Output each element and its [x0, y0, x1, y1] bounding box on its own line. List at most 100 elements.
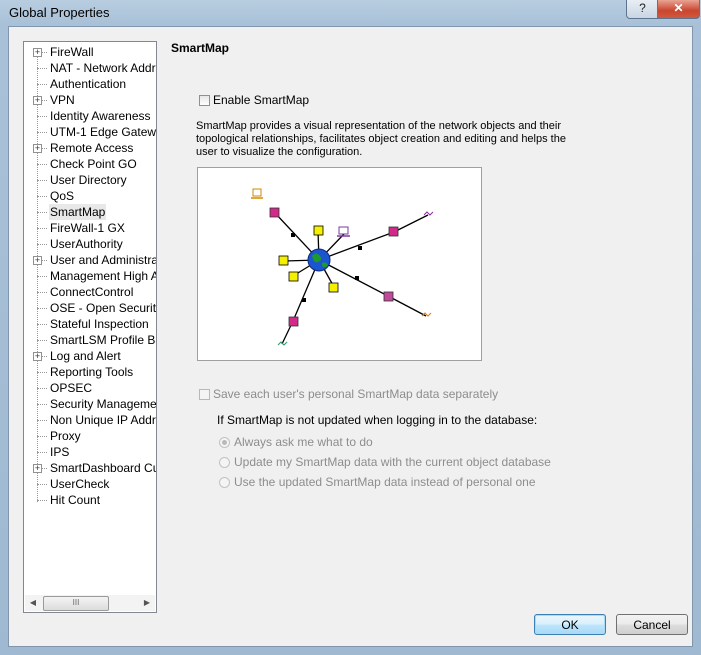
smartmap-description: SmartMap provides a visual representatio…	[196, 120, 566, 158]
expand-icon[interactable]: +	[33, 352, 42, 361]
update-question-label: If SmartMap is not updated when logging …	[217, 413, 538, 427]
tree-item[interactable]: IPS	[24, 444, 156, 460]
tree-connector	[37, 404, 47, 405]
save-personal-smartmap-checkbox[interactable]	[199, 389, 210, 400]
tree-item-label: Remote Access	[50, 141, 134, 155]
tree-item-label: NAT - Network Address	[50, 61, 156, 75]
save-personal-smartmap-label[interactable]: Save each user's personal SmartMap data …	[213, 387, 498, 401]
tree-item-label: UTM-1 Edge Gateway	[50, 125, 157, 139]
category-tree[interactable]: + FireWall NAT - Network Address Authentica…	[23, 41, 157, 613]
tree-item-label: User and Administrator	[50, 253, 156, 267]
tree-item-label: Hit Count	[50, 493, 101, 507]
option-always-ask-radio[interactable]	[219, 437, 230, 448]
tree-item[interactable]: Stateful Inspection	[24, 316, 156, 332]
tree-connector	[37, 84, 47, 85]
tree-item-label: SmartLSM Profile Base	[50, 333, 156, 347]
tree-item[interactable]: + Remote Access	[24, 140, 156, 156]
expand-icon[interactable]: +	[33, 464, 42, 473]
tree-item-label: OPSEC	[50, 381, 93, 395]
option-use-updated-radio[interactable]	[219, 477, 230, 488]
tree-item[interactable]: ConnectControl	[24, 284, 156, 300]
tree-item-label: Non Unique IP Address	[50, 413, 156, 427]
option-update-smartmap-radio[interactable]	[219, 457, 230, 468]
tree-connector	[37, 180, 47, 181]
tree-item-label: Stateful Inspection	[50, 317, 149, 331]
tree-item[interactable]: Authentication	[24, 76, 156, 92]
tree-connector	[37, 212, 47, 213]
option-update-smartmap-label[interactable]: Update my SmartMap data with the current…	[234, 455, 551, 469]
network-diagram-illustration	[251, 188, 434, 346]
tree-connector	[37, 340, 47, 341]
tree-connector	[37, 292, 47, 293]
cancel-button[interactable]: Cancel	[616, 614, 688, 635]
expand-icon[interactable]: +	[33, 48, 42, 57]
tree-item[interactable]: Check Point GO	[24, 156, 156, 172]
tree-item-label: SmartMap	[49, 204, 107, 220]
option-use-updated-label[interactable]: Use the updated SmartMap data instead of…	[234, 475, 536, 489]
tree-item[interactable]: Non Unique IP Address	[24, 412, 156, 428]
tree-item-label: Log and Alert	[50, 349, 121, 363]
expand-icon[interactable]: +	[33, 96, 42, 105]
tree-item[interactable]: UserAuthority	[24, 236, 156, 252]
tree-connector	[37, 196, 47, 197]
close-button[interactable]: ✕	[657, 0, 700, 19]
enable-smartmap-checkbox[interactable]	[199, 95, 210, 106]
tree-connector	[37, 372, 47, 373]
tree-item[interactable]: SmartMap	[24, 204, 156, 220]
tree-item-label: UserAuthority	[50, 237, 123, 251]
title-bar[interactable]: Global Properties ? ✕	[0, 0, 701, 26]
tree-item[interactable]: FireWall-1 GX	[24, 220, 156, 236]
tree-item-label: QoS	[50, 189, 75, 203]
tree-connector	[37, 324, 47, 325]
ok-button[interactable]: OK	[534, 614, 606, 635]
scroll-left-icon[interactable]: ◀	[25, 595, 41, 611]
tree-item-label: IPS	[50, 445, 70, 459]
tree-item-label: Security Management A	[50, 397, 157, 411]
tree-item[interactable]: Management High Ava	[24, 268, 156, 284]
tree-item[interactable]: UserCheck	[24, 476, 156, 492]
tree-item-label: ConnectControl	[50, 285, 134, 299]
tree-item[interactable]: + SmartDashboard Custo	[24, 460, 156, 476]
global-properties-window: Global Properties ? ✕ + FireWall NAT - Net…	[0, 0, 701, 655]
tree-connector	[37, 500, 47, 501]
tree-item[interactable]: UTM-1 Edge Gateway	[24, 124, 156, 140]
smartmap-preview-image	[197, 167, 482, 361]
tree-item-label: SmartDashboard Custo	[50, 461, 156, 475]
window-title: Global Properties	[9, 5, 110, 20]
tree-item[interactable]: Hit Count	[24, 492, 156, 508]
page-title: SmartMap	[171, 41, 230, 55]
help-button[interactable]: ?	[626, 0, 659, 19]
tree-item[interactable]: + User and Administrator	[24, 252, 156, 268]
tree-item[interactable]: Proxy	[24, 428, 156, 444]
option-always-ask-label[interactable]: Always ask me what to do	[234, 435, 373, 449]
scroll-right-icon[interactable]: ▶	[139, 595, 155, 611]
tree-item[interactable]: NAT - Network Address	[24, 60, 156, 76]
tree-item[interactable]: QoS	[24, 188, 156, 204]
tree-item[interactable]: User Directory	[24, 172, 156, 188]
tree-item-label: FireWall-1 GX	[50, 221, 125, 235]
tree-connector	[37, 116, 47, 117]
tree-item-label: Check Point GO	[50, 157, 137, 171]
dialog-client-area: + FireWall NAT - Network Address Authentica…	[8, 26, 693, 647]
scroll-thumb[interactable]: III	[43, 596, 109, 611]
expand-icon[interactable]: +	[33, 144, 42, 153]
horizontal-scrollbar[interactable]: ◀ III ▶	[25, 595, 155, 611]
tree-connector	[37, 132, 47, 133]
tree-item[interactable]: Reporting Tools	[24, 364, 156, 380]
tree-item[interactable]: Security Management A	[24, 396, 156, 412]
tree-item[interactable]: SmartLSM Profile Base	[24, 332, 156, 348]
tree-item[interactable]: OPSEC	[24, 380, 156, 396]
tree-item[interactable]: Identity Awareness	[24, 108, 156, 124]
tree-item[interactable]: OSE - Open Security E	[24, 300, 156, 316]
tree-item-label: Proxy	[50, 429, 81, 443]
tree-connector	[37, 388, 47, 389]
tree-item[interactable]: + FireWall	[24, 44, 156, 60]
tree-item-label: UserCheck	[50, 477, 110, 491]
enable-smartmap-label[interactable]: Enable SmartMap	[213, 93, 309, 107]
expand-icon[interactable]: +	[33, 256, 42, 265]
tree-item[interactable]: + VPN	[24, 92, 156, 108]
tree-item[interactable]: + Log and Alert	[24, 348, 156, 364]
tree-item-label: VPN	[50, 93, 75, 107]
tree-item-label: Reporting Tools	[50, 365, 134, 379]
tree-item-label: Identity Awareness	[50, 109, 151, 123]
